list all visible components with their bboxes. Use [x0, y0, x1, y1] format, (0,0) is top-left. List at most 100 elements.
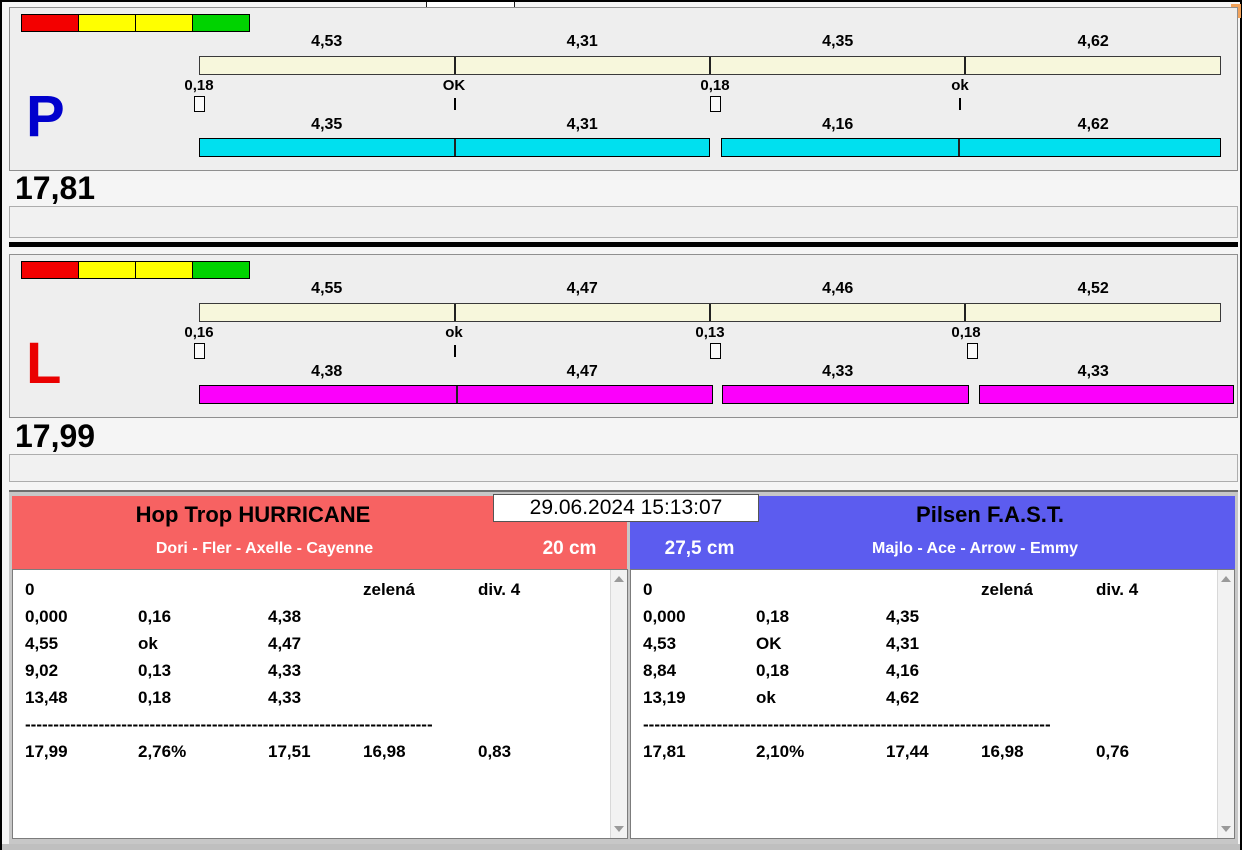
run-bar-segment: [979, 385, 1234, 404]
team-members: Dori - Fler - Axelle - Cayenne: [155, 540, 374, 557]
strip-green-segment: [192, 261, 250, 279]
fault-box-marker: [710, 96, 721, 112]
cell: 4,16: [886, 661, 920, 680]
run-bar-segment: [722, 385, 969, 404]
cell: 4,31: [886, 634, 920, 653]
cell: 8,84: [643, 661, 677, 680]
cell: 4,38: [268, 607, 302, 626]
cell: 0,18: [138, 688, 172, 707]
total-time: 17,99: [25, 742, 68, 761]
bar-divider: [454, 139, 456, 156]
net-time: 17,44: [886, 742, 929, 761]
split-time: 4,35: [311, 116, 343, 133]
exchange-label: 0,16: [184, 324, 214, 341]
scroll-down-icon[interactable]: [614, 826, 624, 832]
gauge-divider: [709, 304, 711, 321]
results-table-left: 0 zelená div. 4 0,000 0,16 4,38 4,55 ok …: [12, 569, 628, 839]
cell: 4,35: [886, 607, 920, 626]
percent: 2,76%: [138, 742, 187, 761]
status-flag: zelená: [363, 580, 415, 599]
split-time: 4,53: [311, 33, 343, 50]
split-time: 4,31: [566, 33, 598, 50]
top-split-times: 4,55 4,47 4,46 4,52: [199, 280, 1221, 298]
timestamp: 29.06.2024 15:13:07: [493, 494, 759, 522]
split-time: 4,62: [1077, 33, 1109, 50]
split-time: 4,31: [566, 116, 598, 133]
gauge-divider: [964, 57, 966, 74]
split-time: 4,16: [822, 116, 854, 133]
bottom-edge-strip: [2, 844, 1240, 850]
net-time: 17,51: [268, 742, 311, 761]
bar-divider: [456, 386, 458, 403]
divider-row: ----------------------------------------…: [13, 715, 610, 742]
gauge-divider: [709, 57, 711, 74]
scroll-up-icon[interactable]: [614, 576, 624, 582]
traffic-light-strip: [21, 261, 250, 279]
lane-divider: [9, 242, 1238, 247]
scroll-down-icon[interactable]: [1221, 826, 1231, 832]
cell: 4,62: [886, 688, 920, 707]
total-time: 17,81: [643, 742, 686, 761]
cell: 0,000: [643, 607, 686, 626]
jump-height: 27,5 cm: [664, 538, 735, 559]
separator-strip: [9, 454, 1238, 482]
table-row: 9,02 0,13 4,33: [13, 661, 610, 688]
strip-red-segment: [21, 261, 79, 279]
cell: 4,47: [268, 634, 302, 653]
table-row: 4,55 ok 4,47: [13, 634, 610, 661]
fault-box-marker: [710, 343, 721, 359]
cell: 13,19: [643, 688, 686, 707]
ok-tick-marker: [454, 98, 456, 110]
cell: 0,18: [756, 661, 790, 680]
table-row: 0,000 0,18 4,35: [631, 607, 1217, 634]
cell: 0,16: [138, 607, 172, 626]
table-row: 0,000 0,16 4,38: [13, 607, 610, 634]
division-label: div. 4: [478, 580, 521, 599]
split-time: 4,38: [311, 363, 343, 380]
summary-row: 17,81 2,10% 17,44 16,98 0,76: [631, 742, 1217, 769]
cell: OK: [756, 634, 782, 653]
percent: 2,10%: [756, 742, 805, 761]
split-time: 4,52: [1077, 280, 1109, 297]
exchange-label: 0,18: [951, 324, 981, 341]
status-row: 0 zelená div. 4: [631, 580, 1217, 607]
bottom-split-times: 4,35 4,31 4,16 4,62: [199, 116, 1221, 134]
gauge-divider: [454, 57, 456, 74]
divider-row: ----------------------------------------…: [631, 715, 1217, 742]
cell: 0,000: [25, 607, 68, 626]
bottom-split-times: 4,38 4,47 4,33 4,33: [199, 363, 1221, 381]
lane-panel-l: L 4,55 4,47 4,46 4,52 0,16 ok 0,13 0,18 …: [9, 254, 1238, 418]
cell: 9,02: [25, 661, 59, 680]
split-time: 4,47: [566, 363, 598, 380]
jump-height: 20 cm: [542, 538, 597, 559]
split-time: 4,62: [1077, 116, 1109, 133]
results-table-right: 0 zelená div. 4 0,000 0,18 4,35 4,53 OK …: [630, 569, 1235, 839]
table-row: 8,84 0,18 4,16: [631, 661, 1217, 688]
fault-count: 0: [643, 580, 653, 599]
split-time: 4,33: [1077, 363, 1109, 380]
ok-tick-marker: [454, 345, 456, 357]
bar-divider: [958, 139, 960, 156]
lane-total-p: 17,81: [15, 170, 96, 206]
table-row: 4,53 OK 4,31: [631, 634, 1217, 661]
top-split-times: 4,53 4,31 4,35 4,62: [199, 33, 1221, 51]
cell: 4,33: [268, 661, 302, 680]
strip-yellow-segment: [78, 14, 136, 32]
exchange-label: 0,13: [695, 324, 725, 341]
gauge-divider: [454, 304, 456, 321]
cell: 4,53: [643, 634, 677, 653]
team-name: Pilsen F.A.S.T.: [916, 502, 1064, 527]
gauge-track: [199, 303, 1221, 322]
exchange-label: ok: [445, 324, 463, 341]
gauge-divider: [964, 304, 966, 321]
scroll-up-icon[interactable]: [1221, 576, 1231, 582]
cell: ok: [138, 634, 158, 653]
lane-panel-p: P 4,53 4,31 4,35 4,62 0,18 OK 0,18 ok 4,…: [9, 7, 1238, 171]
table-row: 13,19 ok 4,62: [631, 688, 1217, 715]
fault-box-marker: [194, 96, 205, 112]
difference: 0,76: [1096, 742, 1130, 761]
scrollbar[interactable]: [1217, 570, 1234, 838]
difference: 0,83: [478, 742, 512, 761]
scrollbar[interactable]: [610, 570, 627, 838]
split-time: 4,47: [566, 280, 598, 297]
